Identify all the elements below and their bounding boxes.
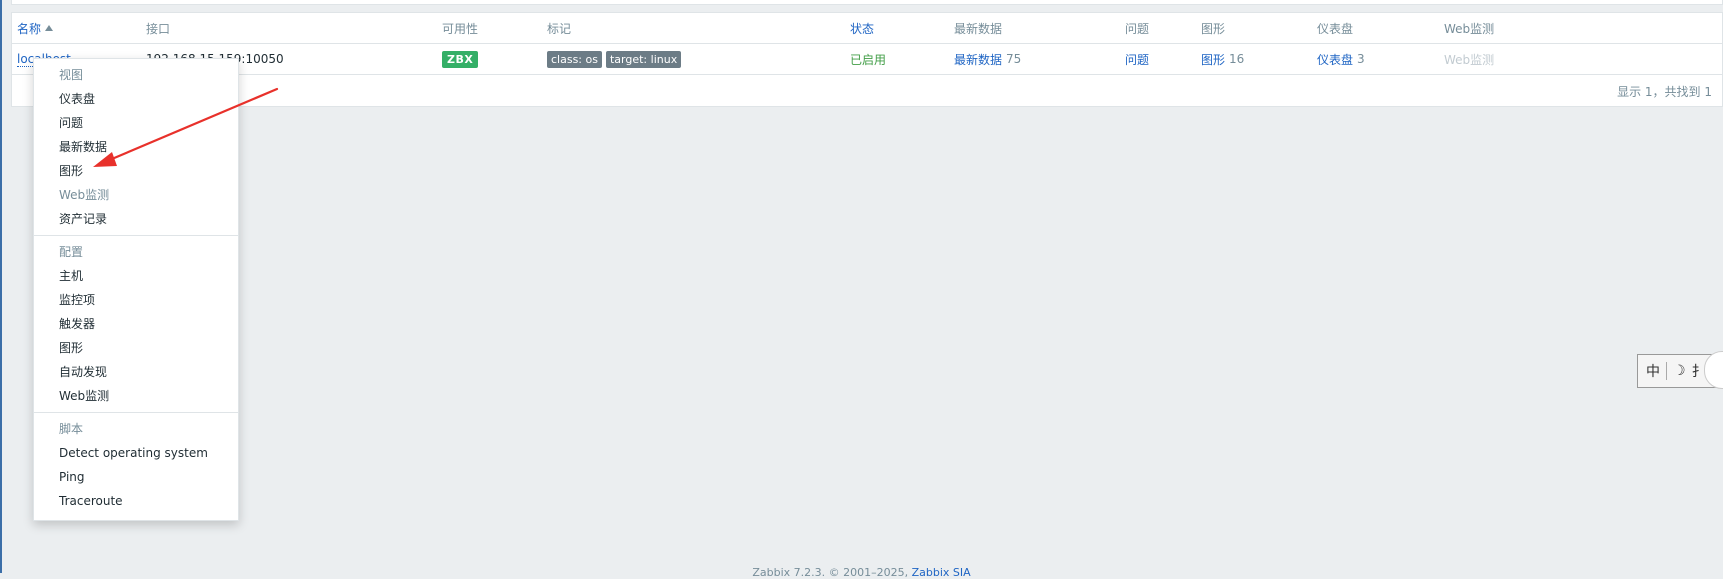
ime-separator — [1666, 362, 1667, 380]
ime-chinese-mode-icon[interactable]: 中 — [1646, 361, 1660, 381]
annotation-arrow-icon — [93, 87, 279, 167]
ime-corner-tab — [1704, 351, 1723, 389]
ime-toolbar[interactable]: 中 ☽ ⺘ — [1637, 351, 1723, 389]
ime-moon-icon[interactable]: ☽ — [1673, 363, 1686, 379]
